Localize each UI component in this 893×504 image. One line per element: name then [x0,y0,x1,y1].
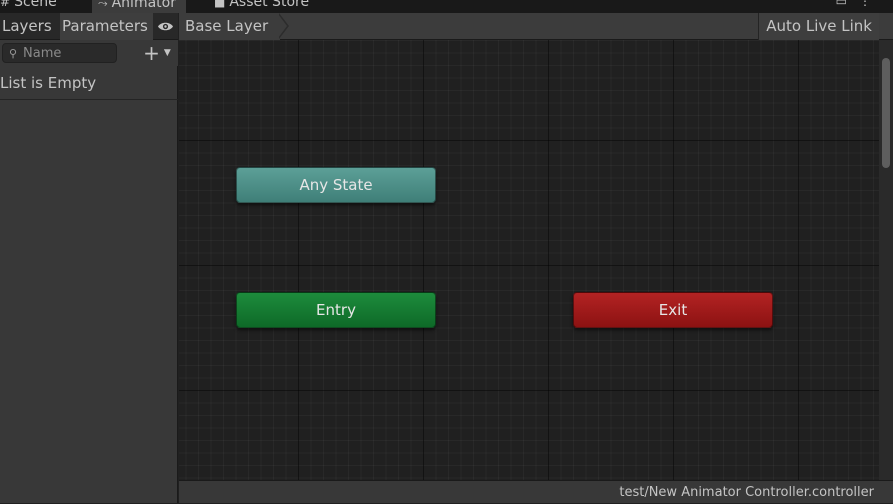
maximize-icon[interactable]: ▭ [836,0,847,8]
asset-store-icon: ■ [214,0,226,9]
tab-layers[interactable]: Layers [0,13,58,40]
any-state-node[interactable]: Any State [236,167,436,203]
tab-animator[interactable]: ⤳ Animator [92,0,186,13]
tab-animator-label: Animator [111,0,176,11]
tab-scene-label: Scene [14,0,57,10]
window-tab-strip: # Scene ⤳ Animator ■ Asset Store ▭ ⋮ [0,0,893,13]
exit-label: Exit [658,301,688,319]
tab-scene[interactable]: # Scene [0,0,57,13]
scrollbar-thumb[interactable] [882,58,890,168]
graph-toolbar: Base Layer Auto Live Link [179,13,893,40]
grid-icon: # [0,0,11,9]
auto-live-link-toggle[interactable]: Auto Live Link [758,13,879,40]
empty-list-message: List is Empty [0,66,178,100]
parameter-search-row: ⚲ + ▼ [0,40,178,66]
any-state-label: Any State [299,176,373,194]
tab-asset-store-label: Asset Store [229,0,310,10]
breadcrumb-separator-inner [278,14,287,38]
exit-node[interactable]: Exit [573,292,773,328]
eye-icon[interactable] [153,13,178,40]
tab-asset-store[interactable]: ■ Asset Store [214,0,309,13]
graph-scrollbar[interactable] [879,40,893,480]
plus-icon: + [143,41,160,65]
animator-icon: ⤳ [98,0,108,10]
chevron-down-icon: ▼ [163,48,171,58]
more-options-icon[interactable]: ⋮ [859,0,871,8]
left-panel: Layers Parameters ⚲ + ▼ List is Empty [0,13,178,503]
window-actions: ▭ ⋮ [836,0,871,8]
search-icon: ⚲ [8,46,18,60]
controller-path: test/New Animator Controller.controller [619,485,874,500]
add-parameter-button[interactable]: + ▼ [139,42,175,64]
parameter-search-input[interactable] [23,45,113,61]
status-bar: test/New Animator Controller.controller [179,480,893,503]
entry-node[interactable]: Entry [236,292,436,328]
entry-label: Entry [316,301,356,319]
tab-parameters[interactable]: Parameters [60,13,153,40]
breadcrumb-base-layer[interactable]: Base Layer [179,13,281,40]
left-panel-tabs: Layers Parameters [0,13,178,40]
state-machine-graph[interactable]: Any State Entry Exit [179,40,879,480]
parameter-search-field[interactable]: ⚲ [2,43,117,63]
